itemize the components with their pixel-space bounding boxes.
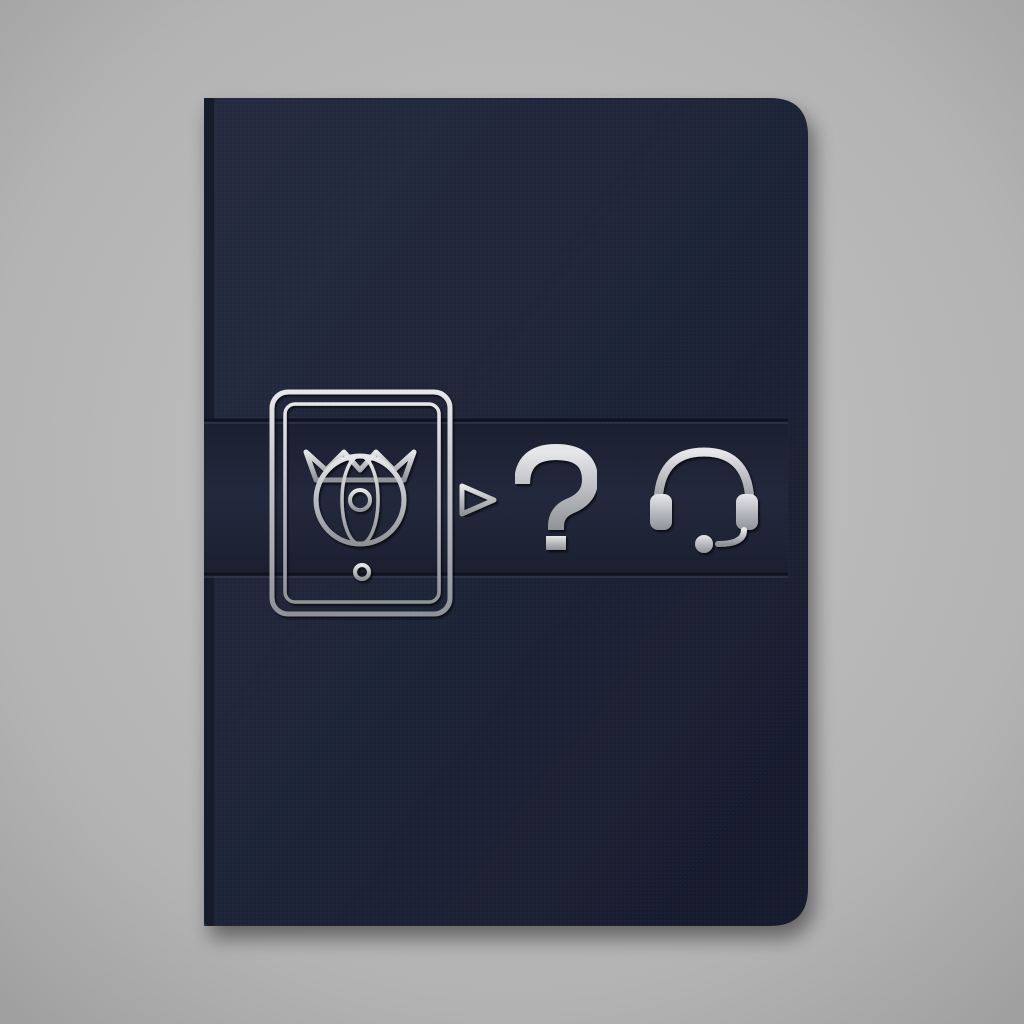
gray-backdrop [0, 0, 1024, 1024]
scene-illustration [0, 0, 1024, 1024]
